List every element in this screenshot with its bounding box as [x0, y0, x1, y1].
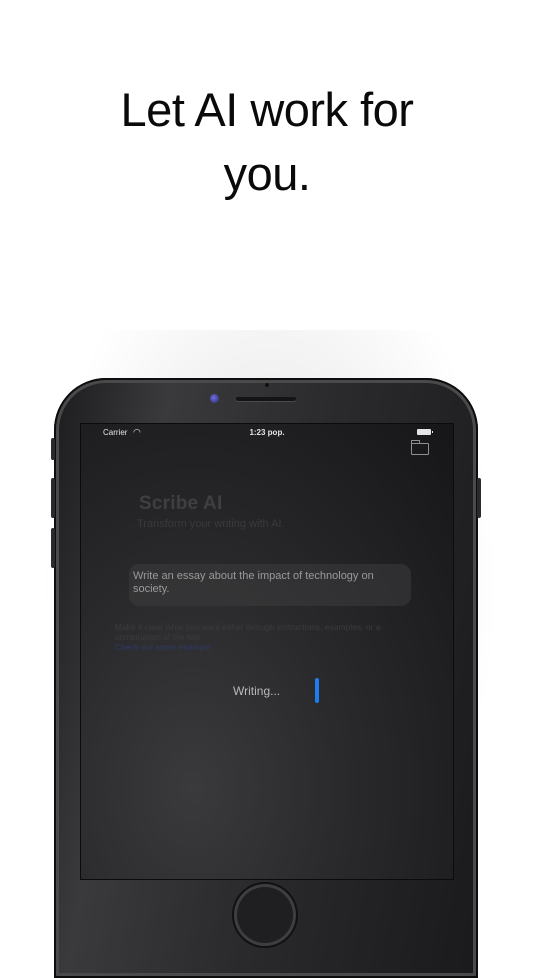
app-title: Scribe AI: [139, 493, 223, 514]
earpiece-speaker: [236, 397, 296, 401]
volume-up-button: [51, 478, 55, 518]
status-time: 1:23 pop.: [249, 428, 285, 437]
home-button[interactable]: [234, 884, 296, 946]
battery-icon: [417, 429, 433, 435]
phone-mockup: Carrier ◠ 1:23 pop. Scribe AI Transform …: [51, 378, 481, 978]
examples-link[interactable]: Check out some example: [115, 642, 415, 652]
headline-line-1: Let AI work for: [120, 83, 414, 136]
volume-down-button: [51, 528, 55, 568]
status-bar: Carrier ◠ 1:23 pop.: [81, 427, 453, 441]
headline-line-2: you.: [223, 147, 311, 200]
power-button: [477, 478, 481, 518]
hint-text: Make it clear what you want either throu…: [115, 622, 415, 652]
side-button: [51, 438, 55, 460]
writing-status: Writing...: [233, 684, 281, 698]
headline: Let AI work for you.: [0, 78, 534, 206]
folder-icon[interactable]: [411, 440, 429, 455]
hint-body: Make it clear what you want either throu…: [115, 622, 381, 642]
front-sensor: [265, 383, 269, 387]
app-subtitle: Transform your writing with AI.: [137, 518, 285, 530]
front-camera: [210, 394, 219, 403]
loading-indicator: [315, 678, 319, 703]
phone-screen: Carrier ◠ 1:23 pop. Scribe AI Transform …: [80, 423, 454, 880]
prompt-input[interactable]: Write an essay about the impact of techn…: [129, 564, 411, 606]
